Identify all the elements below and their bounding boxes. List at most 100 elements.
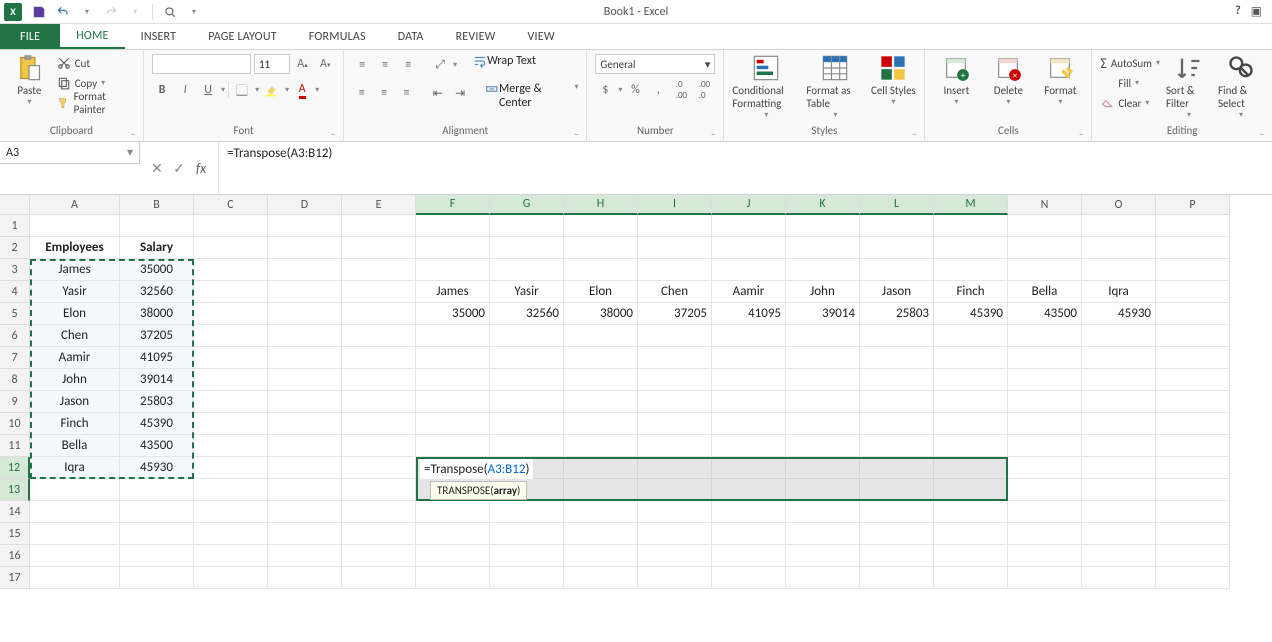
cell-K4[interactable]: John <box>786 281 860 303</box>
cell-G3[interactable] <box>490 259 564 281</box>
row-header-1[interactable]: 1 <box>0 215 30 237</box>
cell-N11[interactable] <box>1008 435 1082 457</box>
cell-O4[interactable]: Iqra <box>1082 281 1156 303</box>
cell-K5[interactable]: 39014 <box>786 303 860 325</box>
italic-button[interactable]: I <box>175 80 195 100</box>
cell-N16[interactable] <box>1008 545 1082 567</box>
cell-I15[interactable] <box>638 523 712 545</box>
cell-D9[interactable] <box>268 391 342 413</box>
cell-G6[interactable] <box>490 325 564 347</box>
cell-E6[interactable] <box>342 325 416 347</box>
cell-A14[interactable] <box>30 501 120 523</box>
col-header-A[interactable]: A <box>30 195 120 215</box>
cell-N15[interactable] <box>1008 523 1082 545</box>
cell-P7[interactable] <box>1156 347 1230 369</box>
row-header-10[interactable]: 10 <box>0 413 30 435</box>
cell-N7[interactable] <box>1008 347 1082 369</box>
cell-M1[interactable] <box>934 215 1008 237</box>
cell-P11[interactable] <box>1156 435 1230 457</box>
cell-E1[interactable] <box>342 215 416 237</box>
cell-M11[interactable] <box>934 435 1008 457</box>
cell-G9[interactable] <box>490 391 564 413</box>
cell-I9[interactable] <box>638 391 712 413</box>
cell-O14[interactable] <box>1082 501 1156 523</box>
insert-cells-button[interactable]: +Insert▾ <box>933 54 979 107</box>
cell-G5[interactable]: 32560 <box>490 303 564 325</box>
cell-O1[interactable] <box>1082 215 1156 237</box>
cell-M17[interactable] <box>934 567 1008 589</box>
cell-F1[interactable] <box>416 215 490 237</box>
cell-B12[interactable]: 45930 <box>120 457 194 479</box>
format-cells-button[interactable]: Format▾ <box>1037 54 1083 107</box>
cell-L12[interactable] <box>860 457 934 479</box>
cell-N17[interactable] <box>1008 567 1082 589</box>
cell-B16[interactable] <box>120 545 194 567</box>
cell-A7[interactable]: Aamir <box>30 347 120 369</box>
align-bottom-icon[interactable]: ≡ <box>398 55 418 75</box>
cell-D5[interactable] <box>268 303 342 325</box>
cell-B10[interactable]: 45390 <box>120 413 194 435</box>
cell-C3[interactable] <box>194 259 268 281</box>
cell-K17[interactable] <box>786 567 860 589</box>
editing-cell[interactable]: =Transpose(A3:B12) <box>420 459 533 479</box>
cell-K13[interactable] <box>786 479 860 501</box>
percent-icon[interactable]: % <box>625 80 645 100</box>
cell-D4[interactable] <box>268 281 342 303</box>
cell-J2[interactable] <box>712 237 786 259</box>
cell-O16[interactable] <box>1082 545 1156 567</box>
cell-O15[interactable] <box>1082 523 1156 545</box>
cell-B6[interactable]: 37205 <box>120 325 194 347</box>
paste-button[interactable]: Paste▾ <box>8 54 51 107</box>
cell-G1[interactable] <box>490 215 564 237</box>
cell-F10[interactable] <box>416 413 490 435</box>
cell-N6[interactable] <box>1008 325 1082 347</box>
cell-M8[interactable] <box>934 369 1008 391</box>
row-header-17[interactable]: 17 <box>0 567 30 589</box>
cell-O8[interactable] <box>1082 369 1156 391</box>
cell-I6[interactable] <box>638 325 712 347</box>
decrease-font-icon[interactable]: A▾ <box>315 54 335 74</box>
cell-P15[interactable] <box>1156 523 1230 545</box>
cell-E7[interactable] <box>342 347 416 369</box>
col-header-J[interactable]: J <box>712 195 786 215</box>
cell-C17[interactable] <box>194 567 268 589</box>
grid[interactable]: A B C D E F G H I J K L M N O P 12Employ… <box>0 195 1272 589</box>
cell-P17[interactable] <box>1156 567 1230 589</box>
help-icon[interactable]: ? <box>1235 4 1241 19</box>
font-size-select[interactable]: 11 <box>254 54 290 74</box>
cell-L8[interactable] <box>860 369 934 391</box>
cell-K15[interactable] <box>786 523 860 545</box>
cancel-formula-icon[interactable]: ✕ <box>148 160 166 177</box>
cell-D12[interactable] <box>268 457 342 479</box>
conditional-formatting-button[interactable]: Conditional Formatting▾ <box>732 54 800 120</box>
cell-J16[interactable] <box>712 545 786 567</box>
row-header-11[interactable]: 11 <box>0 435 30 457</box>
cell-P13[interactable] <box>1156 479 1230 501</box>
cell-A9[interactable]: Jason <box>30 391 120 413</box>
formula-bar[interactable]: =Transpose(A3:B12) <box>219 142 1272 194</box>
cell-A4[interactable]: Yasir <box>30 281 120 303</box>
cell-C4[interactable] <box>194 281 268 303</box>
cell-P3[interactable] <box>1156 259 1230 281</box>
cell-H5[interactable]: 38000 <box>564 303 638 325</box>
cell-F4[interactable]: James <box>416 281 490 303</box>
cell-O3[interactable] <box>1082 259 1156 281</box>
cell-D7[interactable] <box>268 347 342 369</box>
cell-I10[interactable] <box>638 413 712 435</box>
quickprint-icon[interactable] <box>159 1 181 23</box>
cell-N5[interactable]: 43500 <box>1008 303 1082 325</box>
col-header-N[interactable]: N <box>1008 195 1082 215</box>
cell-I7[interactable] <box>638 347 712 369</box>
cell-J1[interactable] <box>712 215 786 237</box>
cell-E16[interactable] <box>342 545 416 567</box>
cell-F14[interactable] <box>416 501 490 523</box>
cell-A3[interactable]: James <box>30 259 120 281</box>
align-center-icon[interactable]: ≡ <box>374 83 393 103</box>
cell-C6[interactable] <box>194 325 268 347</box>
row-header-15[interactable]: 15 <box>0 523 30 545</box>
row-header-4[interactable]: 4 <box>0 281 30 303</box>
row-header-8[interactable]: 8 <box>0 369 30 391</box>
cell-P2[interactable] <box>1156 237 1230 259</box>
cell-M12[interactable] <box>934 457 1008 479</box>
cell-B9[interactable]: 25803 <box>120 391 194 413</box>
